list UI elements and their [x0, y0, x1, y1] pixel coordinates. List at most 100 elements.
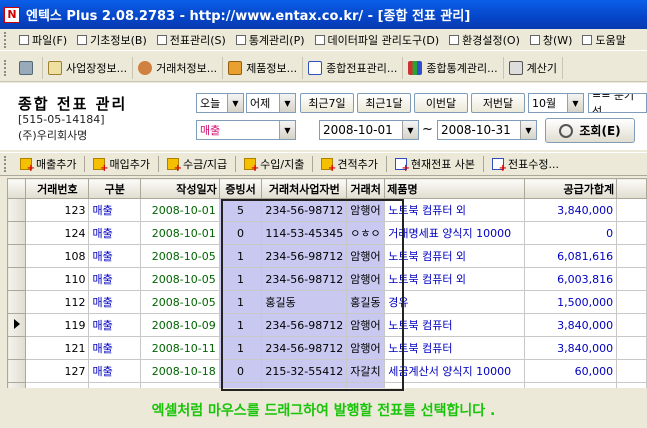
- cell-date[interactable]: 2008-10-18: [140, 359, 220, 383]
- product-info-button[interactable]: 제품정보...: [223, 57, 304, 79]
- copy-voucher-button[interactable]: 현재전표 사본: [389, 154, 481, 174]
- cell-product[interactable]: 노트북 컴퓨터: [384, 313, 525, 337]
- this-month-button[interactable]: 이번달: [414, 93, 468, 113]
- chevron-down-icon[interactable]: ▼: [279, 94, 295, 112]
- toolbar-grip[interactable]: [4, 60, 10, 76]
- income-expense-button[interactable]: 수입/지출: [238, 154, 310, 174]
- table-row[interactable]: 110 매출 2008-10-05 1 234-56-98712 암행어 노트북 컴퓨터 외…: [7, 267, 647, 291]
- add-estimate-button[interactable]: 견적추가: [315, 154, 383, 174]
- cell-type[interactable]: 매출: [88, 336, 142, 360]
- cell-extra[interactable]: [616, 198, 647, 222]
- cell-date[interactable]: 2008-10-11: [140, 336, 220, 360]
- cell-no[interactable]: 119: [25, 313, 90, 337]
- menu-data-tools[interactable]: 데이터파일 관리도구(D): [310, 30, 445, 50]
- cell-extra[interactable]: [616, 244, 647, 268]
- cell-amount[interactable]: 0: [523, 221, 618, 245]
- cell-proof[interactable]: 1: [218, 244, 263, 268]
- row-header[interactable]: [7, 198, 27, 222]
- cell-client[interactable]: 암행어: [346, 244, 386, 268]
- table-row[interactable]: 128매출2008-10-191234-56-98712암행어노트북 컴퓨터3,…: [7, 382, 647, 388]
- cell-product[interactable]: 노트북 컴퓨터: [384, 336, 525, 360]
- cell-extra[interactable]: [616, 336, 647, 360]
- yesterday-select[interactable]: 어제 ▼: [246, 93, 296, 113]
- collect-pay-button[interactable]: 수금/지급: [161, 154, 233, 174]
- client-info-button[interactable]: 거래처정보...: [133, 57, 224, 79]
- date-to-picker[interactable]: 2008-10-31 ▼: [437, 120, 537, 140]
- cell-date[interactable]: 2008-10-05: [140, 290, 220, 314]
- cell-extra[interactable]: [616, 221, 647, 245]
- row-header[interactable]: [7, 267, 27, 291]
- cell-biz-no[interactable]: 234-56-98712: [261, 267, 348, 291]
- cell-no[interactable]: 124: [25, 221, 90, 245]
- cell-biz-no[interactable]: 114-53-45345: [261, 221, 348, 245]
- table-row[interactable]: 123 매출 2008-10-01 5 234-56-98712 암행어 노트북 컴퓨터 외…: [7, 198, 647, 222]
- cell-amount[interactable]: 1,500,000: [523, 290, 618, 314]
- cell-amount[interactable]: 3,840,000: [523, 382, 618, 388]
- cell-proof[interactable]: 1: [218, 313, 263, 337]
- row-header[interactable]: [7, 359, 27, 383]
- voucher-grid[interactable]: 거래번호 구분 작성일자 증빙서 거래처사업자번 거래처 제품명 공급가합계 1…: [7, 178, 647, 388]
- cell-biz-no[interactable]: 215-32-55412: [261, 359, 348, 383]
- edit-voucher-button[interactable]: 전표수정...: [486, 154, 565, 174]
- row-header[interactable]: [7, 336, 27, 360]
- col-header-proof[interactable]: 증빙서: [218, 178, 263, 199]
- cell-extra[interactable]: [616, 382, 647, 388]
- cell-date[interactable]: 2008-10-05: [140, 244, 220, 268]
- menu-help[interactable]: 도움말: [577, 30, 630, 50]
- row-header[interactable]: [7, 382, 27, 388]
- quarter-select[interactable]: == 분기 선: [588, 93, 647, 113]
- cell-proof[interactable]: 1: [218, 267, 263, 291]
- cell-client[interactable]: 암행어: [346, 382, 386, 388]
- cell-date[interactable]: 2008-10-01: [140, 221, 220, 245]
- date-from-picker[interactable]: 2008-10-01 ▼: [319, 120, 419, 140]
- menu-file[interactable]: 파일(F): [14, 30, 72, 50]
- cell-client[interactable]: ㅇㅎㅇ: [346, 221, 386, 245]
- col-header-date[interactable]: 작성일자: [140, 178, 220, 199]
- cell-type[interactable]: 매출: [88, 313, 142, 337]
- cell-type[interactable]: 매출: [88, 290, 142, 314]
- calculator-button[interactable]: 계산기: [504, 57, 563, 79]
- col-header-biz-no[interactable]: 거래처사업자번: [261, 178, 348, 199]
- tools-button[interactable]: [14, 57, 43, 79]
- cell-date[interactable]: 2008-10-19: [140, 382, 220, 388]
- cell-date[interactable]: 2008-10-01: [140, 198, 220, 222]
- col-header-no[interactable]: 거래번호: [25, 178, 90, 199]
- table-row[interactable]: 124 매출 2008-10-01 0 114-53-45345 ㅇㅎㅇ 거래명세표 양식지…: [7, 221, 647, 245]
- menu-voucher[interactable]: 전표관리(S): [152, 30, 231, 50]
- chevron-down-icon[interactable]: ▼: [520, 121, 536, 139]
- cell-client[interactable]: 자갈치: [346, 359, 386, 383]
- row-header[interactable]: [7, 290, 27, 314]
- cell-no[interactable]: 112: [25, 290, 90, 314]
- chevron-down-icon[interactable]: ▼: [279, 121, 295, 139]
- last-7-days-button[interactable]: 최근7일: [300, 93, 354, 113]
- add-purchase-button[interactable]: 매입추가: [87, 154, 155, 174]
- search-button[interactable]: 조회(E): [545, 118, 635, 143]
- cell-client[interactable]: 암행어: [346, 336, 386, 360]
- row-header[interactable]: [7, 313, 27, 337]
- cell-biz-no[interactable]: 234-56-98712: [261, 198, 348, 222]
- table-row[interactable]: 108 매출 2008-10-05 1 234-56-98712 암행어 노트북 컴퓨터 외…: [7, 244, 647, 268]
- row-header[interactable]: [7, 221, 27, 245]
- stats-manage-button[interactable]: 종합통계관리...: [403, 57, 504, 79]
- cell-no[interactable]: 110: [25, 267, 90, 291]
- cell-client[interactable]: 암행어: [346, 267, 386, 291]
- row-header[interactable]: [7, 244, 27, 268]
- cell-no[interactable]: 123: [25, 198, 90, 222]
- cell-product[interactable]: 노트북 컴퓨터 외: [384, 244, 525, 268]
- cell-client[interactable]: 홍길동: [346, 290, 386, 314]
- cell-biz-no[interactable]: 234-56-98712: [261, 313, 348, 337]
- cell-extra[interactable]: [616, 290, 647, 314]
- business-info-button[interactable]: 사업장정보...: [43, 57, 134, 79]
- col-header-type[interactable]: 구분: [88, 178, 142, 199]
- last-1-month-button[interactable]: 최근1달: [357, 93, 411, 113]
- today-select[interactable]: 오늘 ▼: [196, 93, 244, 113]
- menu-basic-info[interactable]: 기초정보(B): [72, 30, 152, 50]
- toolbar-grip[interactable]: [4, 156, 10, 172]
- col-header-amount[interactable]: 공급가합계: [523, 178, 618, 199]
- cell-proof[interactable]: 1: [218, 336, 263, 360]
- cell-amount[interactable]: 3,840,000: [523, 313, 618, 337]
- cell-proof[interactable]: 5: [218, 198, 263, 222]
- cell-client[interactable]: 암행어: [346, 313, 386, 337]
- cell-extra[interactable]: [616, 359, 647, 383]
- cell-no[interactable]: 128: [25, 382, 90, 388]
